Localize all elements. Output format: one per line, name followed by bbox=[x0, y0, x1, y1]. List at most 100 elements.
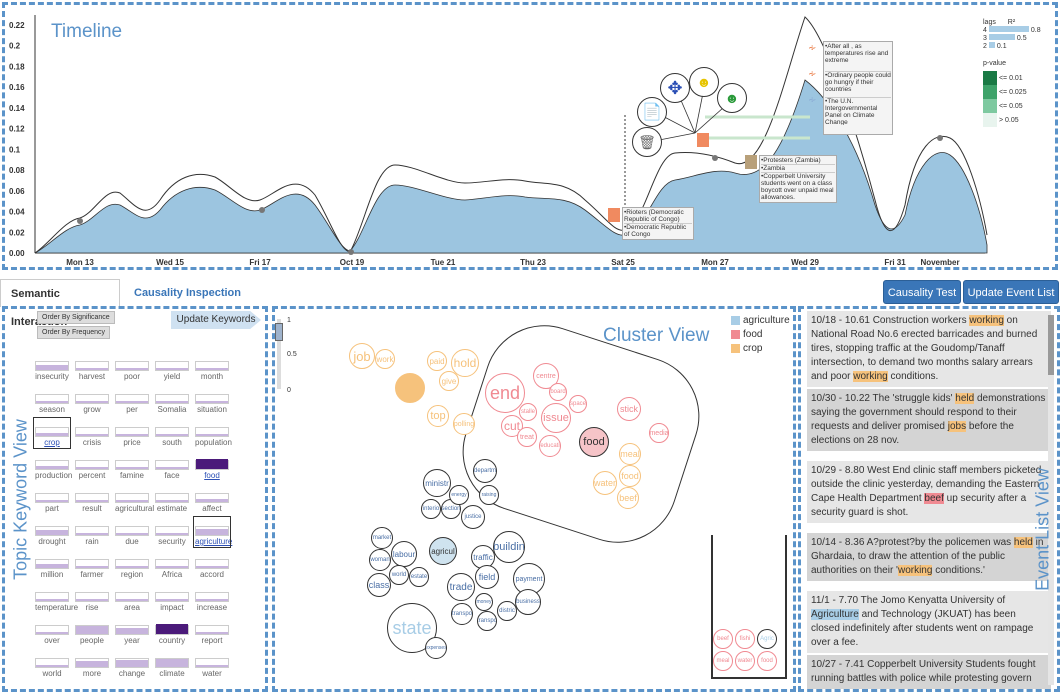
word-bubble[interactable]: estate bbox=[409, 567, 429, 587]
word-bubble[interactable]: distric bbox=[497, 601, 517, 621]
keyword-label[interactable]: water bbox=[195, 669, 229, 678]
keyword-label[interactable]: rise bbox=[75, 603, 109, 612]
word-bubble[interactable]: interio bbox=[421, 499, 441, 519]
word-bubble[interactable]: water bbox=[593, 471, 617, 495]
word-bubble[interactable]: polling bbox=[453, 413, 475, 435]
keyword-bar[interactable] bbox=[155, 394, 189, 404]
word-bubble[interactable]: stick bbox=[617, 397, 641, 421]
word-bubble[interactable]: business bbox=[515, 589, 541, 615]
keyword-bar[interactable] bbox=[35, 361, 69, 371]
keyword-label[interactable]: area bbox=[115, 603, 149, 612]
event-item[interactable]: 10/29 - 8.80 West End clinic staff membe… bbox=[807, 461, 1051, 523]
keyword-label[interactable]: security bbox=[155, 537, 189, 546]
keyword-label[interactable]: impact bbox=[155, 603, 189, 612]
word-bubble[interactable]: food bbox=[619, 465, 641, 487]
keyword-bar[interactable] bbox=[75, 361, 109, 371]
keyword-label[interactable]: estimate bbox=[155, 504, 189, 513]
keyword-label[interactable]: year bbox=[115, 636, 149, 645]
person-yellow-icon[interactable]: ☻ bbox=[689, 67, 719, 97]
keyword-label[interactable]: Africa bbox=[155, 570, 189, 579]
word-bubble[interactable]: labour bbox=[391, 541, 417, 567]
word-bubble[interactable]: top bbox=[427, 405, 449, 427]
keyword-bar[interactable] bbox=[195, 493, 229, 503]
keyword-bar[interactable] bbox=[75, 658, 109, 668]
word-bubble[interactable]: crop bbox=[395, 373, 425, 403]
keyword-bar[interactable] bbox=[115, 526, 149, 536]
event-item[interactable]: 11/1 - 7.70 The Jomo Kenyatta University… bbox=[807, 591, 1051, 653]
keyword-label[interactable]: grow bbox=[75, 405, 109, 414]
word-bubble[interactable]: agricul bbox=[429, 537, 457, 565]
word-bubble[interactable]: field bbox=[475, 565, 499, 589]
document-icon[interactable]: 📄 bbox=[637, 97, 667, 127]
keyword-bar[interactable] bbox=[155, 592, 189, 602]
keyword-bar[interactable] bbox=[155, 658, 189, 668]
event-doc-icon-2[interactable] bbox=[608, 208, 620, 222]
update-event-list-button[interactable]: Update Event List bbox=[963, 280, 1059, 304]
keyword-label[interactable]: situation bbox=[195, 405, 229, 414]
keyword-label[interactable]: part bbox=[35, 504, 69, 513]
keyword-label[interactable]: region bbox=[115, 570, 149, 579]
event-scrollbar-thumb[interactable] bbox=[1048, 315, 1054, 375]
keyword-label[interactable]: affect bbox=[195, 504, 229, 513]
order-significance-button[interactable]: Order By Significance bbox=[37, 311, 115, 324]
keyword-label[interactable]: report bbox=[195, 636, 229, 645]
word-bubble[interactable]: paid bbox=[427, 351, 447, 371]
keyword-bar[interactable] bbox=[35, 625, 69, 635]
event-item[interactable]: 10/30 - 10.22 The 'struggle kids' held d… bbox=[807, 389, 1051, 451]
person-green-icon[interactable]: ☻ bbox=[717, 83, 747, 113]
event-item[interactable]: 10/14 - 8.36 A?protest?by the policemen … bbox=[807, 533, 1051, 581]
keyword-label[interactable]: poor bbox=[115, 372, 149, 381]
keyword-bar[interactable] bbox=[195, 459, 229, 470]
keyword-bar[interactable] bbox=[35, 658, 69, 668]
keyword-bar[interactable] bbox=[195, 427, 229, 437]
word-bubble[interactable]: market bbox=[371, 527, 393, 549]
keyword-bar[interactable] bbox=[155, 526, 189, 536]
keyword-label[interactable]: season bbox=[35, 405, 69, 414]
word-bubble[interactable]: issue bbox=[541, 403, 571, 433]
keyword-label[interactable]: face bbox=[155, 471, 189, 480]
keyword-bar[interactable] bbox=[115, 361, 149, 371]
keyword-label[interactable]: world bbox=[35, 669, 69, 678]
word-bubble[interactable]: stalle bbox=[519, 403, 537, 421]
word-bubble[interactable]: board bbox=[549, 383, 567, 401]
keyword-bar[interactable] bbox=[75, 592, 109, 602]
word-bubble[interactable]: treat bbox=[517, 427, 537, 447]
keyword-label[interactable]: Somalia bbox=[155, 405, 189, 414]
word-bubble[interactable]: transpo bbox=[477, 611, 497, 631]
word-bubble[interactable]: food bbox=[579, 427, 609, 457]
keyword-bar[interactable] bbox=[155, 493, 189, 503]
update-keywords-button[interactable]: Update Keywords bbox=[171, 311, 261, 329]
event-doc-icon[interactable] bbox=[697, 133, 709, 147]
keyword-bar[interactable] bbox=[115, 460, 149, 470]
keyword-bar[interactable] bbox=[115, 427, 149, 437]
word-bubble[interactable]: beef bbox=[617, 487, 639, 509]
keyword-label[interactable]: temperature bbox=[35, 603, 78, 612]
keyword-label[interactable]: production bbox=[35, 471, 72, 480]
keyword-bar[interactable] bbox=[155, 427, 189, 437]
word-bubble[interactable]: educati bbox=[539, 435, 561, 457]
keyword-bar[interactable] bbox=[195, 361, 229, 371]
event-item[interactable]: 10/18 - 10.61 Construction workers worki… bbox=[807, 311, 1051, 387]
keyword-bar[interactable] bbox=[195, 658, 229, 668]
keyword-label[interactable]: food bbox=[195, 471, 229, 480]
keyword-label[interactable]: famine bbox=[115, 471, 149, 480]
keyword-bar[interactable] bbox=[35, 592, 69, 602]
keyword-label[interactable]: yield bbox=[155, 372, 189, 381]
word-bubble[interactable]: trade bbox=[447, 573, 475, 601]
keyword-bar[interactable] bbox=[75, 526, 109, 536]
keyword-label[interactable]: people bbox=[75, 636, 109, 645]
word-bubble[interactable]: departm bbox=[473, 459, 497, 483]
word-bubble[interactable]: work bbox=[375, 349, 395, 369]
tab-semantic-interaction[interactable]: Semantic Interaction bbox=[0, 279, 120, 328]
keyword-bar[interactable] bbox=[35, 559, 69, 569]
event-item[interactable]: 10/27 - 7.41 Copperbelt University Stude… bbox=[807, 655, 1051, 689]
threshold-slider-handle[interactable] bbox=[275, 323, 283, 341]
collection-jar[interactable] bbox=[711, 535, 787, 679]
keyword-bar[interactable] bbox=[195, 559, 229, 569]
keyword-label[interactable]: result bbox=[75, 504, 109, 513]
keyword-bar[interactable] bbox=[155, 460, 189, 470]
keyword-label[interactable]: crisis bbox=[75, 438, 109, 447]
keyword-bar[interactable] bbox=[35, 526, 69, 536]
keyword-label[interactable]: over bbox=[35, 636, 69, 645]
keyword-label[interactable]: increase bbox=[195, 603, 229, 612]
